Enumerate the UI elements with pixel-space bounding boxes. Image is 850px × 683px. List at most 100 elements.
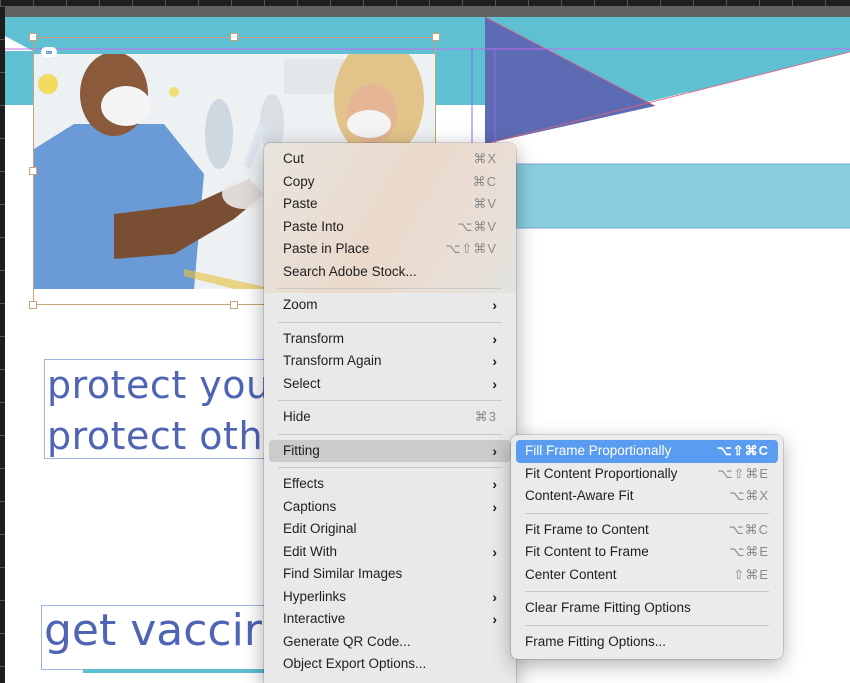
menu-item-transform[interactable]: Transform › — [269, 328, 511, 351]
menu-item-fitting[interactable]: Fitting › — [269, 439, 511, 462]
shortcut-label: ⌘3 — [474, 409, 497, 424]
menu-item-paste[interactable]: Paste ⌘V — [269, 193, 511, 216]
menu-item-label: Transform — [283, 330, 345, 346]
shortcut-label: ⌥⌘E — [729, 544, 769, 559]
fitting-item-center-content[interactable]: Center Content ⇧⌘E — [516, 564, 778, 587]
fitting-item-clear-frame-fitting-options[interactable]: Clear Frame Fitting Options — [516, 597, 778, 620]
fitting-item-fit-content-proportionally[interactable]: Fit Content Proportionally ⌥⇧⌘E — [516, 463, 778, 486]
chevron-right-icon: › — [492, 297, 497, 313]
menu-item-label: Edit With — [283, 543, 338, 559]
light-teal-band — [485, 164, 850, 228]
chevron-right-icon: › — [492, 442, 497, 459]
menu-item-hide[interactable]: Hide ⌘3 — [269, 406, 511, 429]
menu-item-label: Fill Frame Proportionally — [525, 443, 672, 458]
chevron-right-icon: › — [492, 476, 497, 492]
shortcut-label: ⇧⌘E — [733, 566, 769, 582]
menu-item-object-export-options[interactable]: Object Export Options... — [269, 653, 511, 676]
menu-item-cut[interactable]: Cut ⌘X — [269, 148, 511, 171]
menu-item-label: Cut — [283, 151, 305, 166]
menu-item-edit-original[interactable]: Edit Original — [269, 518, 511, 541]
context-menu: Cut ⌘X Copy ⌘C Paste ⌘V Paste Into ⌥⌘V Paste in … — [264, 143, 516, 683]
menu-item-label: Clear Frame Fitting Options — [525, 600, 691, 615]
menu-separator — [278, 433, 502, 435]
menu-item-label: Copy — [283, 173, 315, 189]
shortcut-label: ⌥⌘C — [728, 521, 769, 537]
menu-item-label: Content-Aware Fit — [525, 488, 634, 503]
menu-item-zoom[interactable]: Zoom › — [269, 294, 511, 317]
fitting-item-fill-frame-proportionally[interactable]: Fill Frame Proportionally ⌥⇧⌘C — [516, 440, 778, 463]
menu-item-label: Hide — [283, 409, 311, 424]
text-line-get-vaccinated: get vaccir — [44, 605, 262, 656]
menu-separator — [278, 321, 502, 323]
frame-handle-bottom-left[interactable] — [29, 301, 37, 309]
menu-separator — [525, 512, 769, 514]
menu-item-find-similar-images[interactable]: Find Similar Images — [269, 563, 511, 586]
menu-item-generate-qr-code[interactable]: Generate QR Code... — [269, 631, 511, 654]
menu-item-label: Edit Original — [283, 521, 357, 536]
menu-item-edit-with[interactable]: Edit With › — [269, 541, 511, 564]
chevron-right-icon: › — [492, 611, 497, 627]
fitting-item-frame-fitting-options[interactable]: Frame Fitting Options... — [516, 631, 778, 654]
shortcut-label: ⌘X — [473, 151, 497, 166]
chevron-right-icon: › — [492, 543, 497, 560]
menu-item-interactive[interactable]: Interactive › — [269, 608, 511, 631]
frame-handle-bottom-center[interactable] — [230, 301, 238, 309]
frame-handle-top-center[interactable] — [230, 33, 238, 41]
menu-item-effects[interactable]: Effects › — [269, 473, 511, 496]
fitting-submenu: Fill Frame Proportionally ⌥⇧⌘C Fit Content… — [511, 435, 783, 659]
menu-item-label: Find Similar Images — [283, 566, 403, 581]
menu-item-paste-in-place[interactable]: Paste in Place ⌥⇧⌘V — [269, 238, 511, 261]
menu-item-select[interactable]: Select › — [269, 373, 511, 396]
menu-item-label: Fit Content Proportionally — [525, 465, 678, 481]
menu-item-captions[interactable]: Captions › — [269, 496, 511, 519]
chevron-right-icon: › — [492, 353, 497, 369]
menu-item-label: Interactive — [283, 611, 346, 626]
shortcut-label: ⌥⇧⌘V — [445, 241, 497, 256]
menu-separator — [278, 288, 502, 289]
link-icon[interactable]: ∞ — [41, 47, 57, 57]
text-line-1: protect your — [47, 363, 274, 407]
menu-item-paste-into[interactable]: Paste Into ⌥⌘V — [269, 216, 511, 239]
fitting-item-fit-content-to-frame[interactable]: Fit Content to Frame ⌥⌘E — [516, 541, 778, 564]
menu-item-label: Zoom — [283, 297, 318, 312]
menu-item-label: Captions — [283, 498, 337, 514]
frame-handle-top-left[interactable] — [29, 33, 37, 41]
menu-item-label: Frame Fitting Options... — [525, 633, 667, 649]
frame-handle-middle-left[interactable] — [29, 167, 37, 175]
chevron-right-icon: › — [492, 588, 497, 605]
menu-item-label: Effects — [283, 476, 325, 491]
frame-handle-top-right[interactable] — [432, 33, 440, 41]
menu-separator — [278, 467, 502, 468]
fitting-item-fit-frame-to-content[interactable]: Fit Frame to Content ⌥⌘C — [516, 519, 778, 542]
pasteboard — [5, 6, 850, 17]
menu-item-label: Object Export Options... — [283, 656, 427, 671]
menu-item-hyperlinks[interactable]: Hyperlinks › — [269, 586, 511, 609]
menu-item-label: Paste — [283, 196, 318, 211]
shortcut-label: ⌥⇧⌘E — [717, 465, 769, 481]
shortcut-label: ⌘V — [473, 196, 497, 211]
menu-item-label: Paste in Place — [283, 241, 370, 256]
menu-item-label: Transform Again — [283, 353, 382, 368]
shortcut-label: ⌘C — [472, 173, 497, 189]
chevron-right-icon: › — [492, 375, 497, 392]
menu-item-label: Search Adobe Stock... — [283, 263, 417, 279]
menu-item-transform-again[interactable]: Transform Again › — [269, 350, 511, 373]
shortcut-label: ⌥⇧⌘C — [716, 443, 769, 458]
text-frame-protect[interactable]: protect your protect othe — [44, 359, 274, 459]
menu-item-search-adobe-stock[interactable]: Search Adobe Stock... — [269, 261, 511, 284]
menu-item-label: Select — [283, 375, 321, 391]
menu-item-label: Fitting — [283, 442, 320, 458]
menu-item-label: Fit Frame to Content — [525, 521, 649, 537]
menu-item-label: Generate QR Code... — [283, 633, 411, 649]
shortcut-label: ⌥⌘X — [729, 488, 769, 503]
chevron-right-icon: › — [492, 330, 497, 347]
text-frame-get-vaccinated[interactable]: get vaccir — [41, 605, 271, 670]
teal-underline-bar — [83, 669, 273, 673]
fitting-item-content-aware-fit[interactable]: Content-Aware Fit ⌥⌘X — [516, 485, 778, 508]
menu-separator — [278, 400, 502, 401]
shortcut-label: ⌥⌘V — [457, 218, 497, 234]
menu-item-label: Fit Content to Frame — [525, 544, 649, 559]
menu-item-copy[interactable]: Copy ⌘C — [269, 171, 511, 194]
menu-separator — [525, 591, 769, 592]
chevron-right-icon: › — [492, 498, 497, 515]
